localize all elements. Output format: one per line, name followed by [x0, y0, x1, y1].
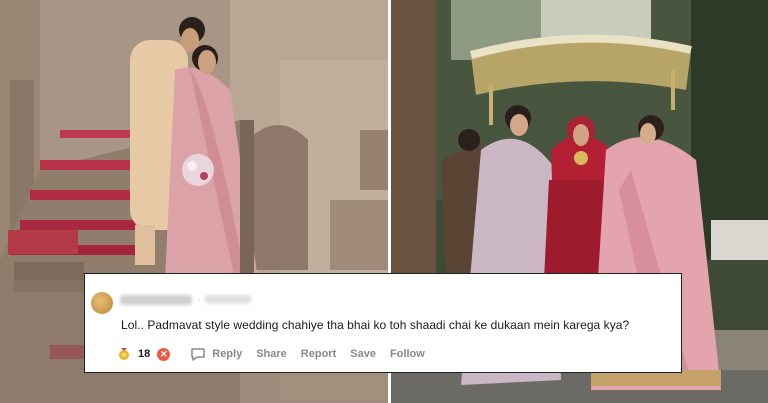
comment-action-bar: 18 ✕ Reply Share Report Save Follow [117, 344, 425, 364]
reply-button[interactable]: Reply [190, 347, 242, 362]
save-button[interactable]: Save [350, 348, 376, 360]
speech-bubble-icon [191, 347, 205, 361]
share-button[interactable]: Share [256, 348, 287, 360]
comment-timestamp [205, 295, 251, 304]
award-medal-icon[interactable] [117, 347, 131, 361]
user-avatar[interactable] [91, 292, 113, 314]
comment-body-text: Lol.. Padmavat style wedding chahiye tha… [121, 318, 630, 332]
comment-card: · Lol.. Padmavat style wedding chahiye t… [84, 273, 682, 373]
downvote-icon[interactable]: ✕ [157, 347, 171, 361]
vote-count: 18 [138, 348, 151, 360]
separator-dot: · [197, 294, 201, 306]
report-button[interactable]: Report [301, 348, 336, 360]
reply-label: Reply [212, 348, 243, 360]
follow-button[interactable]: Follow [390, 348, 425, 360]
comment-username[interactable] [120, 295, 192, 305]
